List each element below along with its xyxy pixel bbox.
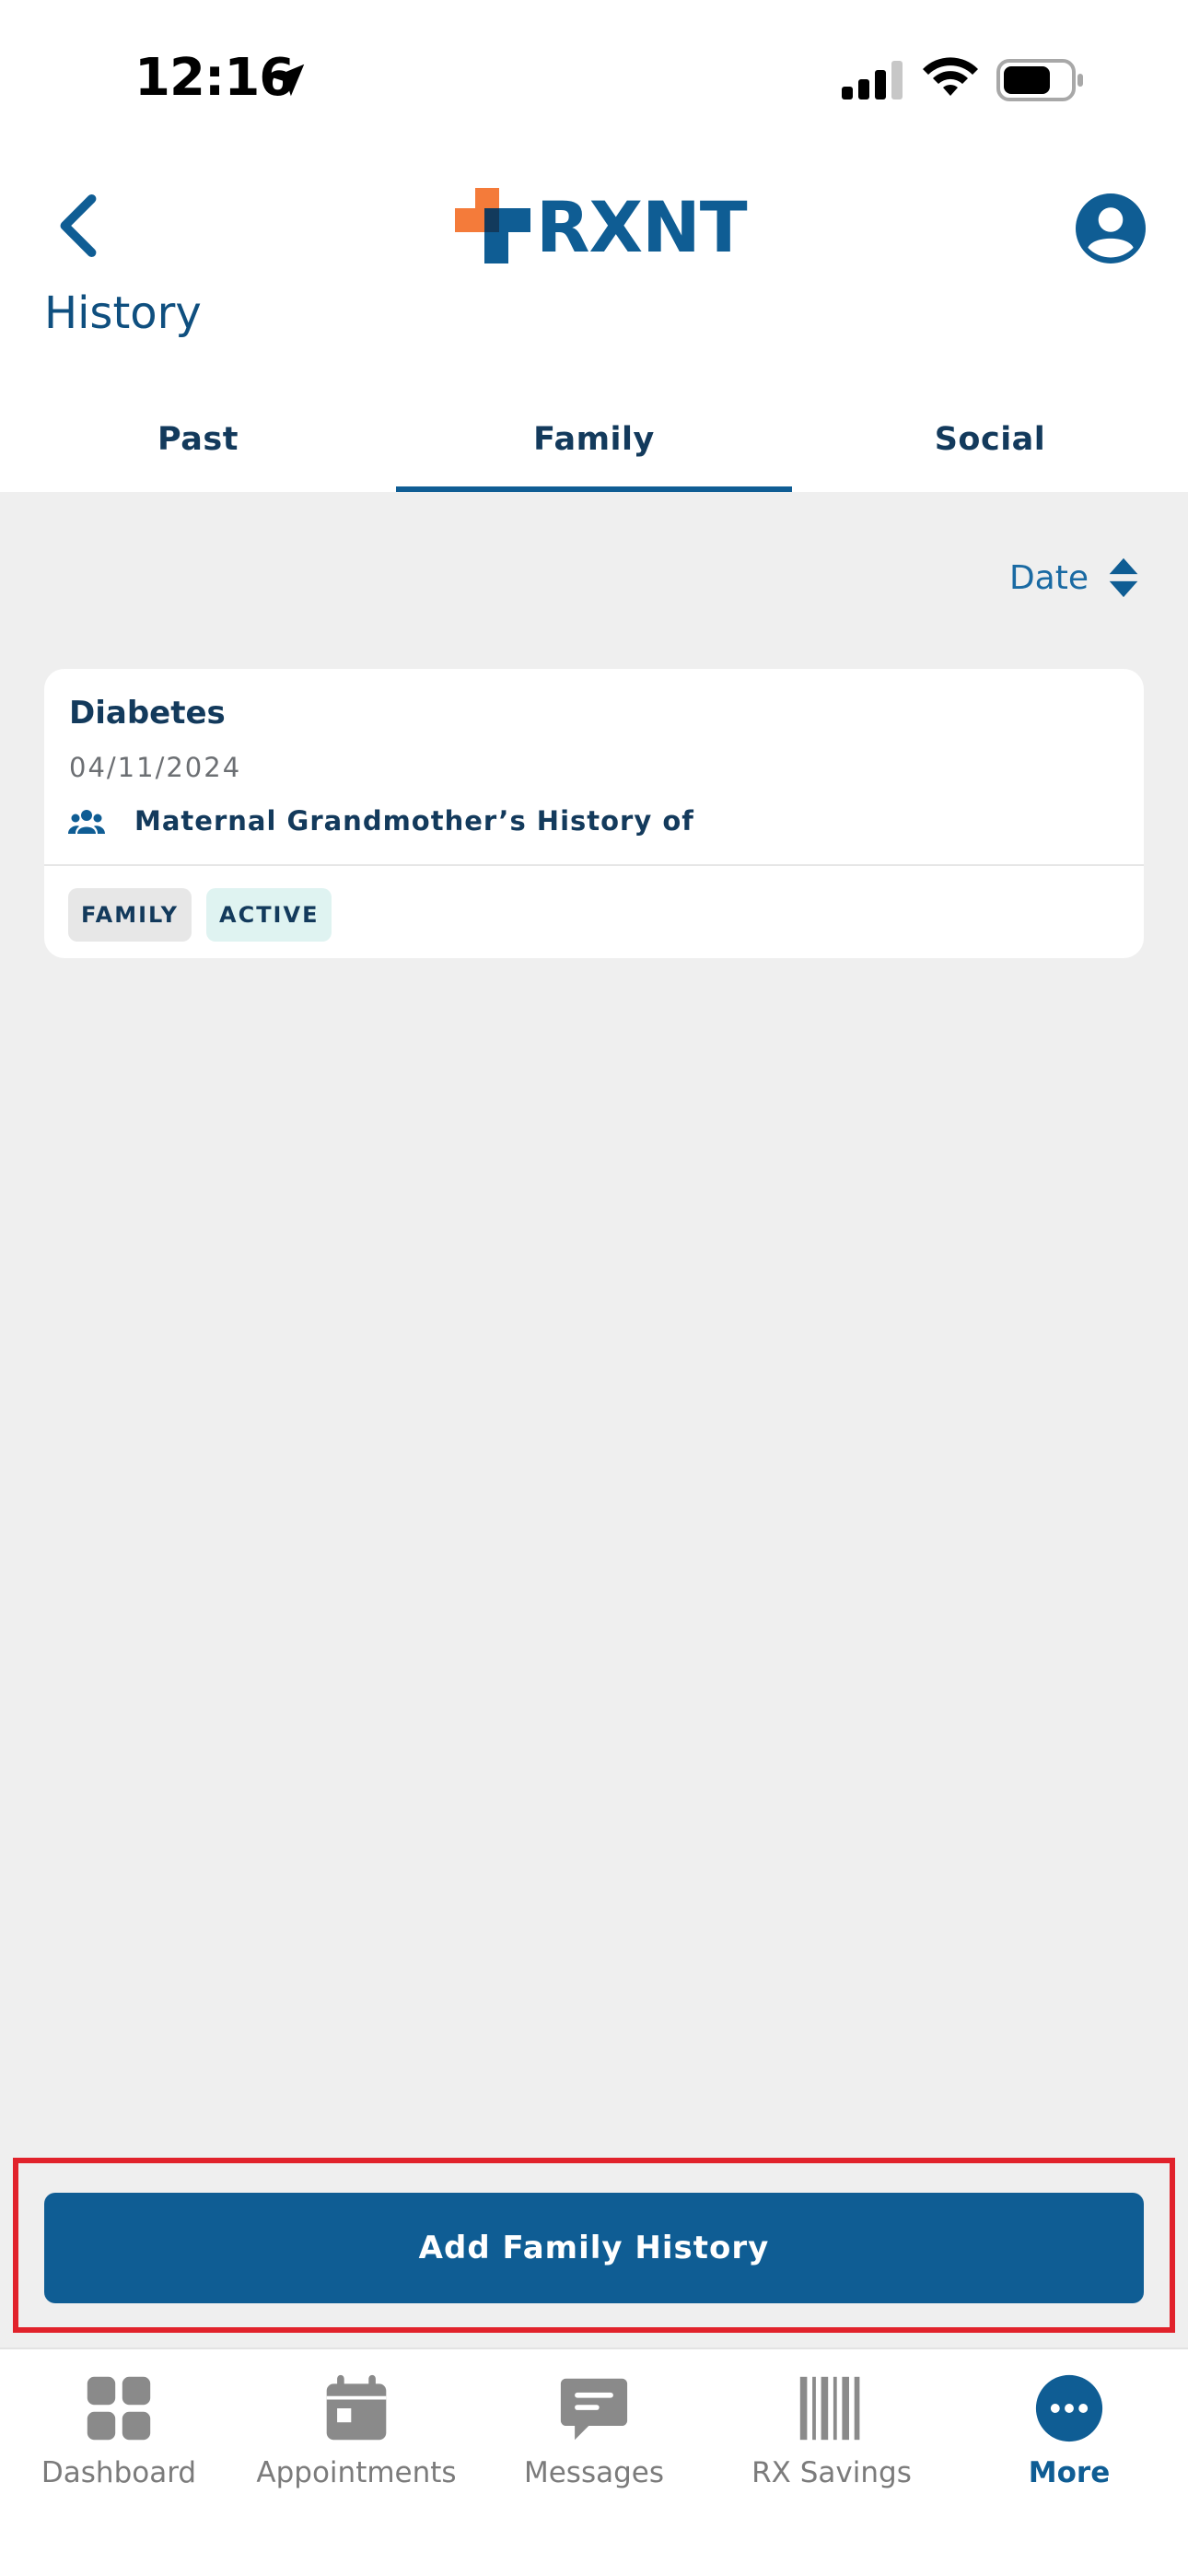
sort-by-date-button[interactable]: Date (1009, 556, 1140, 599)
tab-past[interactable]: Past (0, 387, 396, 492)
nav-item-rx-savings[interactable]: RX Savings (713, 2349, 950, 2576)
nav-item-dashboard[interactable]: Dashboard (0, 2349, 238, 2576)
record-title: Diabetes (69, 695, 226, 732)
barcode-icon (799, 2376, 860, 2441)
record-relation: Maternal Grandmother’s History of (134, 805, 694, 837)
wifi-icon (923, 57, 978, 96)
family-members-icon (68, 810, 105, 834)
status-bar: 12:16 (0, 0, 1188, 157)
rxnt-logo: RXNT (451, 184, 748, 272)
nav-item-appointments[interactable]: Appointments (238, 2349, 475, 2576)
page-title: History (44, 287, 202, 339)
nav-label-dashboard: Dashboard (41, 2456, 197, 2489)
nav-item-messages[interactable]: Messages (475, 2349, 713, 2576)
cellular-signal-icon (842, 61, 903, 100)
more-icon (1035, 2374, 1103, 2442)
calendar-icon (326, 2374, 387, 2441)
profile-icon[interactable] (1076, 193, 1146, 263)
active-status-badge: ACTIVE (206, 888, 332, 942)
record-date: 04/11/2024 (69, 752, 242, 783)
rxnt-cross-icon (455, 188, 530, 263)
history-list-area: Date Diabetes 04/11/2024 Maternal Grandm… (0, 492, 1188, 2348)
nav-label-messages: Messages (523, 2456, 665, 2489)
sort-label: Date (1008, 558, 1089, 597)
nav-label-rx-savings: RX Savings (751, 2456, 912, 2489)
nav-label-more: More (1028, 2456, 1111, 2489)
location-arrow-icon (272, 64, 305, 97)
message-icon (560, 2378, 628, 2441)
dashboard-icon (87, 2376, 151, 2441)
family-badge: FAMILY (68, 888, 192, 942)
history-record-card[interactable]: Diabetes 04/11/2024 Maternal Grandmother… (44, 669, 1144, 958)
nav-label-appointments: Appointments (256, 2456, 457, 2489)
sort-icon (1109, 557, 1138, 598)
nav-item-more[interactable]: More (950, 2349, 1188, 2576)
tab-family[interactable]: Family (396, 387, 792, 492)
add-family-history-button[interactable]: Add Family History (44, 2193, 1144, 2303)
card-divider (44, 864, 1144, 866)
back-button[interactable] (52, 193, 103, 258)
logo-text: RXNT (536, 186, 748, 268)
battery-icon (996, 59, 1083, 101)
tab-social[interactable]: Social (792, 387, 1188, 492)
bottom-nav: Dashboard Appointments Messages RX Savin… (0, 2348, 1188, 2576)
history-tabs: Past Family Social (0, 387, 1188, 492)
